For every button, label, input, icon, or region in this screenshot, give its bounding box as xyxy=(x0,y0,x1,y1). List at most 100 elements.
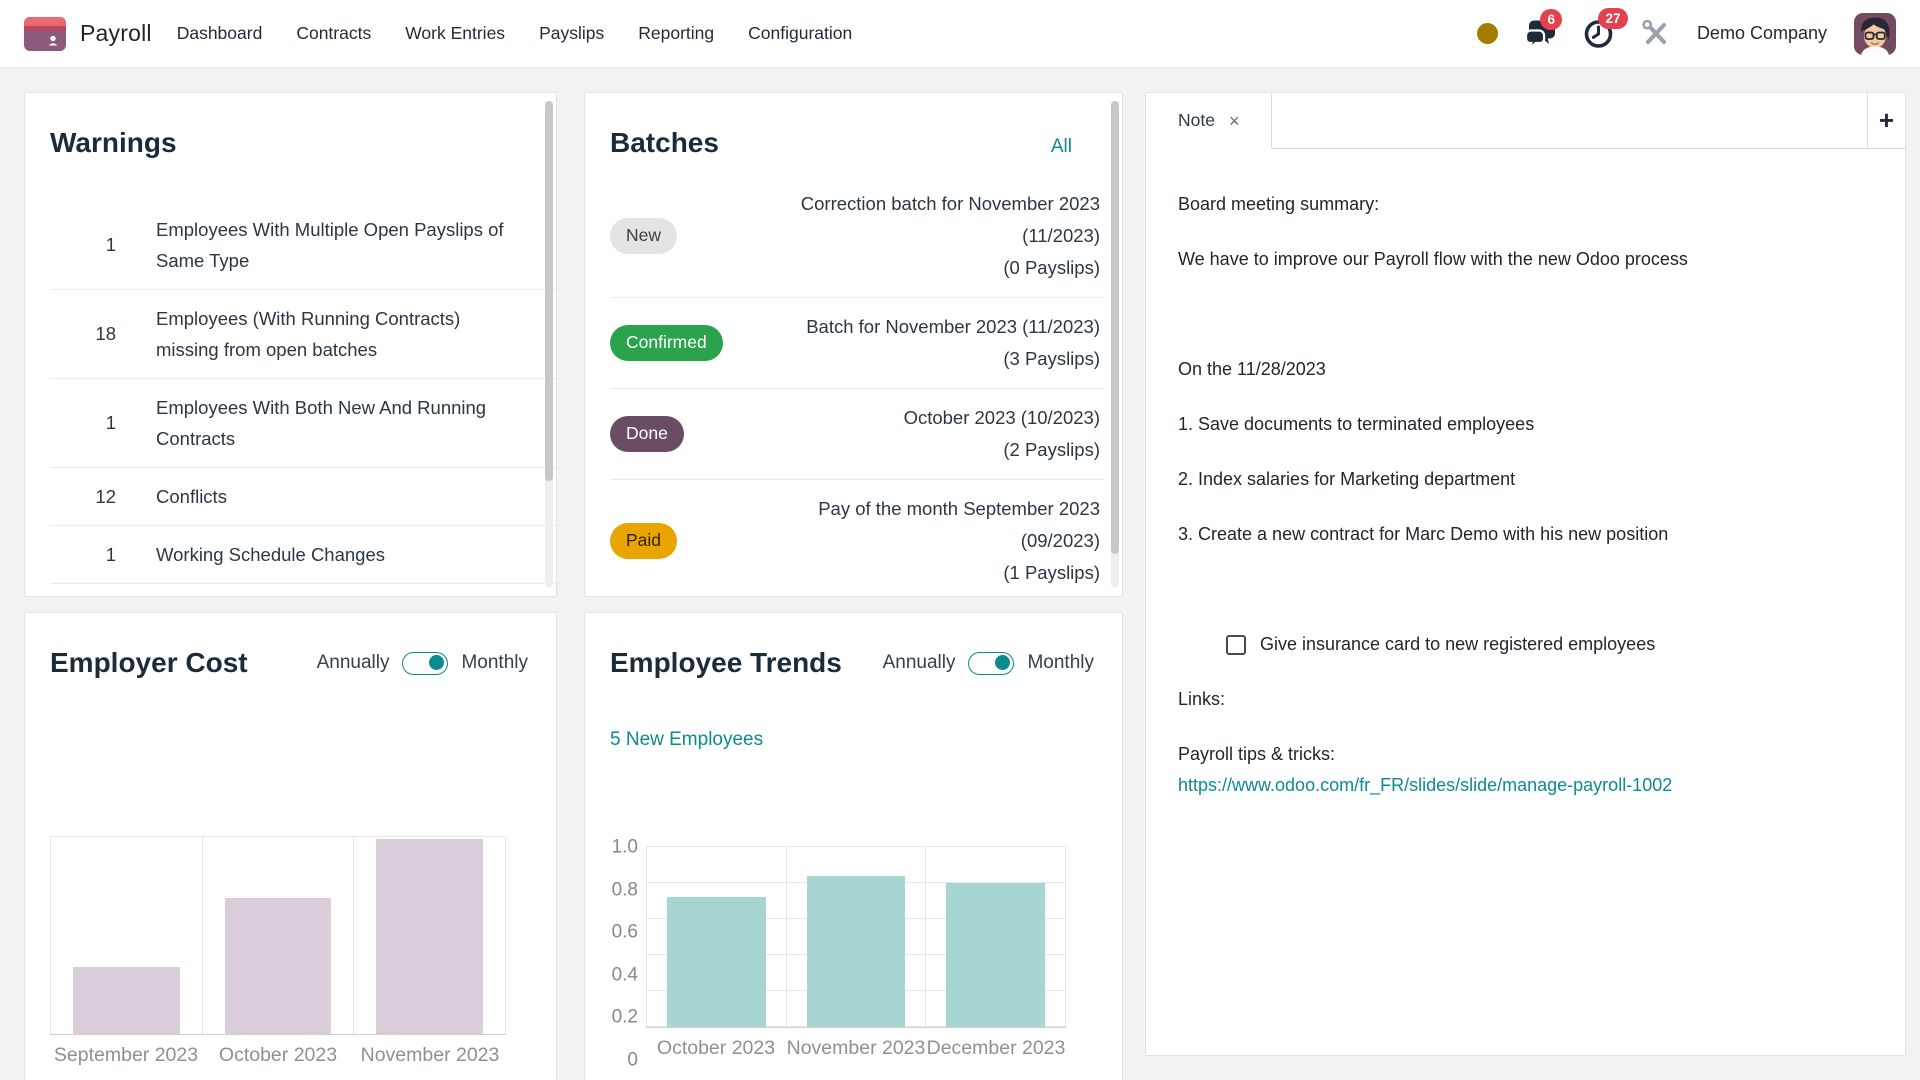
systray: 6 27 Demo Company xyxy=(1477,13,1896,55)
annually-label: Annually xyxy=(883,652,956,674)
note-tips-block: Payroll tips & tricks: https://www.odoo.… xyxy=(1178,739,1869,801)
insurance-checkbox[interactable] xyxy=(1226,635,1246,655)
warning-label: Employees (With Running Contracts) missi… xyxy=(156,303,556,365)
x-axis-label: December 2023 xyxy=(926,1037,1066,1060)
note-paragraph: Board meeting summary: xyxy=(1178,189,1869,220)
warning-label: Working Schedule Changes xyxy=(156,539,413,570)
status-dot-icon[interactable] xyxy=(1477,23,1498,44)
insurance-checkbox-label: Give insurance card to new registered em… xyxy=(1260,629,1655,660)
chart-bar xyxy=(73,967,180,1034)
note-paragraph: On the 11/28/2023 xyxy=(1178,354,1869,385)
x-axis-label: September 2023 xyxy=(50,1044,202,1067)
chart-bar xyxy=(946,883,1044,1027)
chart-bar xyxy=(807,876,905,1027)
batch-row-november[interactable]: Confirmed Batch for November 2023 (11/20… xyxy=(610,297,1104,388)
top-navbar: Payroll Dashboard Contracts Work Entries… xyxy=(0,0,1920,68)
new-employees-link[interactable]: 5 New Employees xyxy=(610,729,763,751)
chart-column xyxy=(50,837,202,1034)
note-tips-label: Payroll tips & tricks: xyxy=(1178,744,1335,764)
y-tick-label: 1.0 xyxy=(612,838,638,857)
period-toggle-switch[interactable] xyxy=(968,652,1014,675)
status-badge-new: New xyxy=(610,218,677,254)
batches-all-link[interactable]: All xyxy=(1051,136,1072,158)
company-switcher[interactable]: Demo Company xyxy=(1697,23,1827,44)
warning-row-new-and-running-contracts[interactable]: 1 Employees With Both New And Running Co… xyxy=(50,378,556,467)
batch-row-september[interactable]: Paid Pay of the month September 2023 (09… xyxy=(610,479,1104,597)
messages-button[interactable]: 6 xyxy=(1525,19,1556,48)
menu-dashboard[interactable]: Dashboard xyxy=(160,13,280,54)
menu-payslips[interactable]: Payslips xyxy=(522,13,621,54)
clipped-row-divider xyxy=(50,583,556,593)
tools-icon xyxy=(1641,19,1670,48)
batch-payslip-count: (2 Payslips) xyxy=(1003,439,1100,460)
chart-bar xyxy=(376,839,483,1034)
debug-tools-button[interactable] xyxy=(1641,19,1670,48)
tab-close-icon[interactable]: × xyxy=(1229,112,1240,130)
user-avatar[interactable] xyxy=(1854,13,1896,55)
batch-row-october[interactable]: Done October 2023 (10/2023) (2 Payslips) xyxy=(610,388,1104,479)
batch-row-correction-november[interactable]: New Correction batch for November 2023 (… xyxy=(610,175,1104,297)
batch-description: Correction batch for November 2023 (11/2… xyxy=(750,188,1104,284)
payroll-app-icon xyxy=(24,17,66,51)
chart-plot-area xyxy=(50,837,506,1035)
warnings-card: Warnings 1 Employees With Multiple Open … xyxy=(24,92,557,597)
warning-row-missing-from-batches[interactable]: 18 Employees (With Running Contracts) mi… xyxy=(50,289,556,378)
note-paragraph: 1. Save documents to terminated employee… xyxy=(1178,409,1869,440)
note-paragraph: We have to improve our Payroll flow with… xyxy=(1178,244,1869,275)
activities-count-badge: 27 xyxy=(1598,8,1628,29)
y-tick-label: 0.8 xyxy=(612,880,638,899)
toggle-knob xyxy=(429,655,444,670)
menu-work-entries[interactable]: Work Entries xyxy=(388,13,522,54)
y-tick-label: 0.6 xyxy=(612,923,638,942)
menu-contracts[interactable]: Contracts xyxy=(279,13,388,54)
warning-label: Employees With Multiple Open Payslips of… xyxy=(156,214,556,276)
status-badge-paid: Paid xyxy=(610,523,677,559)
chart-column xyxy=(925,847,1065,1027)
warning-row-conflicts[interactable]: 12 Conflicts xyxy=(50,467,556,525)
menu-reporting[interactable]: Reporting xyxy=(621,13,731,54)
app-switcher[interactable]: Payroll xyxy=(24,17,152,51)
tab-note[interactable]: Note × xyxy=(1146,93,1272,149)
batches-scrollbar xyxy=(1111,101,1119,588)
note-editor[interactable]: Board meeting summary: We have to improv… xyxy=(1146,149,1905,801)
warning-count: 18 xyxy=(50,323,116,345)
warnings-title: Warnings xyxy=(50,121,177,165)
batch-name: Correction batch for November 2023 (11/2… xyxy=(801,193,1100,246)
menu-configuration[interactable]: Configuration xyxy=(731,13,869,54)
batch-description: Batch for November 2023 (11/2023) (3 Pay… xyxy=(750,311,1104,375)
batches-card: Batches All New Correction batch for Nov… xyxy=(584,92,1123,597)
warning-row-working-schedule-changes[interactable]: 1 Working Schedule Changes xyxy=(50,525,556,583)
employee-trends-title: Employee Trends xyxy=(610,641,842,685)
status-badge-confirmed: Confirmed xyxy=(610,325,723,361)
warning-count: 12 xyxy=(50,486,116,508)
batch-description: October 2023 (10/2023) (2 Payslips) xyxy=(750,402,1104,466)
toggle-knob xyxy=(995,655,1010,670)
batch-payslip-count: (3 Payslips) xyxy=(1003,348,1100,369)
scrollbar-thumb[interactable] xyxy=(545,101,553,481)
employer-cost-chart: September 2023October 2023November 2023 xyxy=(50,837,506,1067)
activities-button[interactable]: 27 xyxy=(1583,18,1614,49)
employee-trends-card: Employee Trends Annually Monthly 5 New E… xyxy=(584,612,1123,1080)
chart-bar xyxy=(667,897,765,1027)
app-title: Payroll xyxy=(80,20,152,47)
annually-label: Annually xyxy=(317,652,390,674)
employer-cost-period-toggle: Annually Monthly xyxy=(317,652,528,675)
batches-title: Batches xyxy=(610,121,1051,165)
scrollbar-thumb[interactable] xyxy=(1111,101,1119,554)
chart-y-axis: 00.20.40.60.81.0 xyxy=(610,847,646,1060)
note-tabbar: Note × + xyxy=(1146,93,1905,149)
warning-label: Employees With Both New And Running Cont… xyxy=(156,392,556,454)
x-axis-label: October 2023 xyxy=(646,1037,786,1060)
insurance-checklist-item: Give insurance card to new registered em… xyxy=(1226,629,1869,660)
note-panel: Note × + Board meeting summary: We have … xyxy=(1145,92,1906,1056)
batch-payslip-count: (1 Payslips) xyxy=(1003,562,1100,583)
add-tab-button[interactable]: + xyxy=(1867,93,1905,148)
x-axis-label: November 2023 xyxy=(786,1037,926,1060)
warning-row-multiple-open-payslips[interactable]: 1 Employees With Multiple Open Payslips … xyxy=(50,201,556,289)
employer-cost-card: Employer Cost Annually Monthly September… xyxy=(24,612,557,1080)
note-paragraph: 2. Index salaries for Marketing departme… xyxy=(1178,464,1869,495)
chart-column xyxy=(202,837,354,1034)
period-toggle-switch[interactable] xyxy=(402,652,448,675)
payroll-tips-link[interactable]: https://www.odoo.com/fr_FR/slides/slide/… xyxy=(1178,775,1672,795)
warnings-scrollbar xyxy=(545,101,553,588)
